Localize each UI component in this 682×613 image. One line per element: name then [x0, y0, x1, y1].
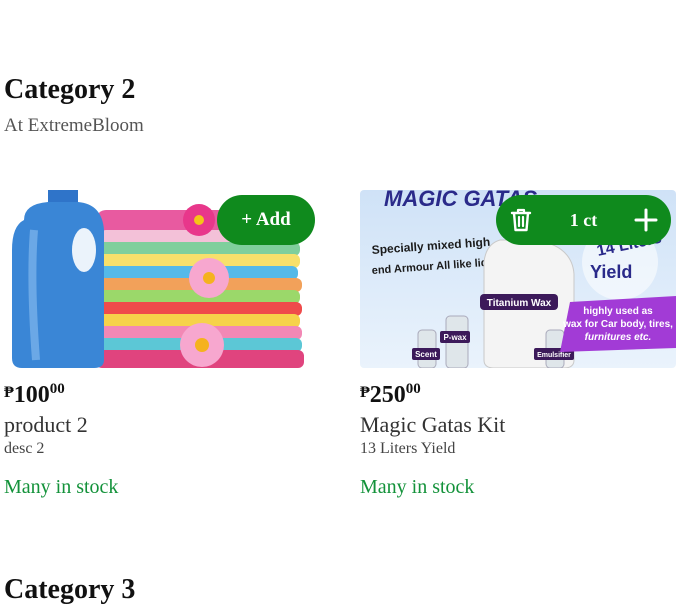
image-yield-b: Yield	[590, 262, 632, 282]
stock-status: Many in stock	[360, 476, 475, 498]
image-tag-titanium: Titanium Wax	[487, 298, 552, 309]
cart-quantity: 1 ct	[569, 209, 598, 230]
product-description: 13 Liters Yield	[360, 440, 456, 457]
plus-icon[interactable]	[621, 195, 671, 245]
image-tag-pwax: P-wax	[443, 333, 467, 342]
product-name[interactable]: Magic Gatas Kit	[360, 412, 505, 438]
category-title: Category 2	[4, 74, 136, 105]
trash-icon[interactable]	[496, 195, 546, 245]
category-title: Category 3	[4, 574, 136, 605]
product-description: desc 2	[4, 440, 45, 457]
image-tag-emulsifier: Emulsifier	[537, 352, 571, 359]
image-tag-scent: Scent	[415, 350, 437, 359]
product-name[interactable]: product 2	[4, 412, 88, 438]
add-to-cart-button[interactable]: + Add	[217, 195, 315, 245]
image-usage-2: wax for Car body, tires,	[562, 319, 673, 330]
product-price: ₱25000	[360, 381, 421, 408]
product-price: ₱10000	[4, 381, 65, 408]
cart-quantity-stepper[interactable]: 1 ct	[496, 195, 671, 245]
image-usage-1: highly used as	[583, 306, 653, 317]
image-usage-3: furnitures etc.	[585, 332, 652, 343]
stock-status: Many in stock	[4, 476, 119, 498]
category-subtitle: At ExtremeBloom	[4, 115, 144, 136]
